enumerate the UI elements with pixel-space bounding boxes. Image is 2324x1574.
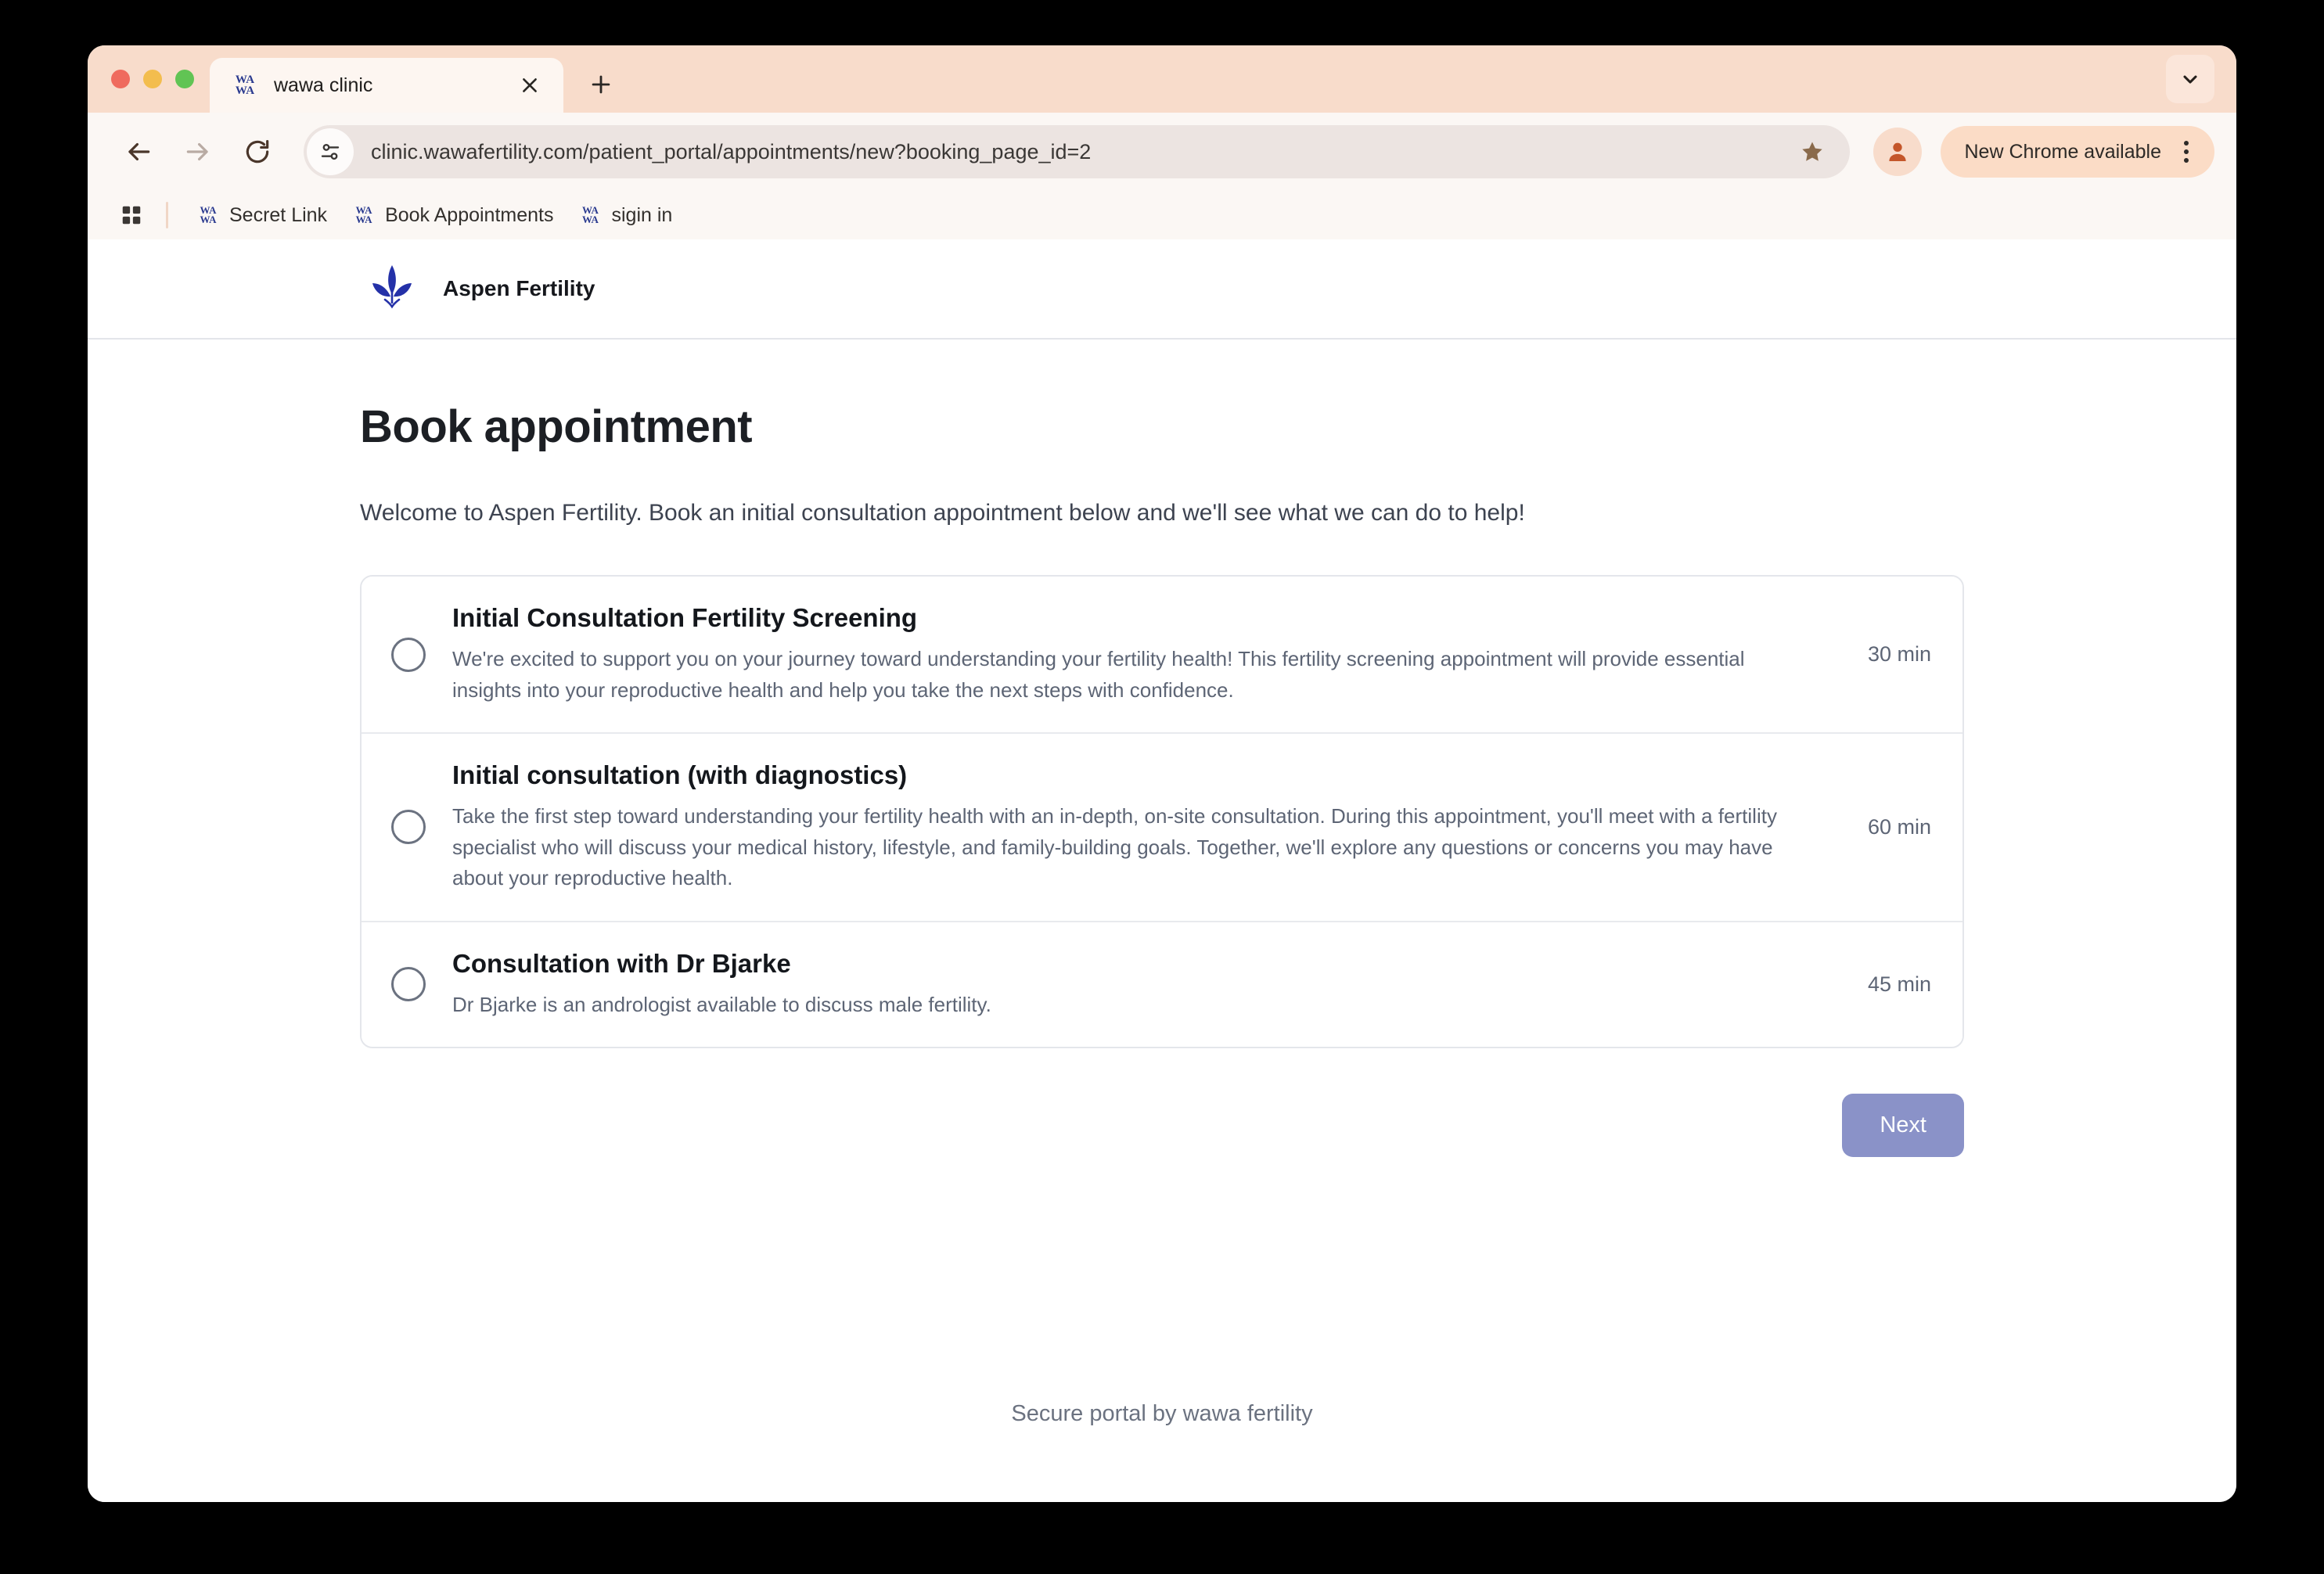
site-settings-icon[interactable] — [307, 128, 354, 175]
browser-tab[interactable]: WA WA wawa clinic — [210, 58, 563, 113]
maximize-window-button[interactable] — [175, 70, 194, 88]
minimize-window-button[interactable] — [143, 70, 162, 88]
page-body: Book appointment Welcome to Aspen Fertil… — [88, 340, 2236, 1502]
radio-button[interactable] — [391, 810, 426, 845]
new-tab-icon[interactable] — [579, 63, 623, 106]
radio-button[interactable] — [391, 967, 426, 1002]
appointment-option-row[interactable]: Initial consultation (with diagnostics) … — [362, 734, 1962, 922]
option-duration: 60 min — [1867, 814, 1931, 839]
option-body: Consultation with Dr Bjarke Dr Bjarke is… — [452, 949, 1811, 1021]
tab-title: wawa clinic — [274, 74, 373, 96]
brand-name: Aspen Fertility — [443, 276, 595, 300]
update-label: New Chrome available — [1964, 140, 2161, 163]
tab-strip: WA WA wawa clinic — [88, 45, 2236, 113]
reload-icon[interactable] — [230, 124, 285, 179]
bookmarks-bar: WA WA Secret Link WA WA Book Appointments … — [88, 191, 2236, 239]
bookmark-secret-link[interactable]: WA WA Secret Link — [184, 199, 340, 232]
appointment-option-row[interactable]: Initial Consultation Fertility Screening… — [362, 577, 1962, 735]
form-actions: Next — [360, 1094, 1964, 1158]
option-title: Initial consultation (with diagnostics) — [452, 760, 908, 790]
browser-window: WA WA wawa clinic clinic.wawafertility.c… — [88, 45, 2236, 1502]
intro-text: Welcome to Aspen Fertility. Book an init… — [360, 500, 1525, 526]
omnibox[interactable]: clinic.wawafertility.com/patient_portal/… — [304, 125, 1851, 178]
wawa-favicon-icon: WA WA — [582, 203, 599, 225]
page-title: Book appointment — [360, 401, 753, 452]
window-traffic-lights — [88, 45, 210, 113]
three-dot-menu-icon[interactable] — [2169, 135, 2203, 169]
option-description: Take the first step toward understanding… — [452, 804, 1777, 890]
bookmark-label: Secret Link — [229, 203, 328, 226]
new-chrome-available-button[interactable]: New Chrome available — [1941, 126, 2214, 178]
bookmark-star-icon[interactable] — [1790, 130, 1834, 174]
tabstrip-right-controls — [2166, 55, 2236, 113]
wawa-favicon-icon: WA WA — [200, 203, 217, 225]
chevron-down-icon[interactable] — [2166, 55, 2214, 103]
wawa-favicon-icon: WA WA — [355, 203, 372, 225]
bookmark-label: Book Appointments — [385, 203, 554, 226]
next-button[interactable]: Next — [1842, 1094, 1964, 1158]
bookmarks-separator — [166, 202, 168, 228]
option-duration: 45 min — [1867, 972, 1931, 996]
option-title: Consultation with Dr Bjarke — [452, 948, 791, 978]
radio-button[interactable] — [391, 637, 426, 672]
site-header: Aspen Fertility — [88, 239, 2236, 340]
option-title: Initial Consultation Fertility Screening — [452, 603, 918, 632]
profile-avatar-icon[interactable] — [1873, 128, 1923, 176]
bookmark-label: sigin in — [611, 203, 673, 226]
page-viewport: Aspen Fertility Book appointment Welcome… — [88, 239, 2236, 1502]
option-body: Initial consultation (with diagnostics) … — [452, 760, 1811, 894]
forward-arrow-icon — [171, 124, 225, 179]
bookmark-book-appointments[interactable]: WA WA Book Appointments — [340, 199, 566, 232]
option-description: Dr Bjarke is an andrologist available to… — [452, 992, 991, 1016]
content-container: Book appointment Welcome to Aspen Fertil… — [360, 340, 1964, 1158]
back-arrow-icon[interactable] — [111, 124, 166, 179]
browser-toolbar: clinic.wawafertility.com/patient_portal/… — [88, 113, 2236, 191]
page-footer: Secure portal by wawa fertility — [1011, 1401, 1313, 1426]
close-window-button[interactable] — [111, 70, 130, 88]
close-icon[interactable] — [515, 70, 545, 100]
apps-grid-icon[interactable] — [111, 195, 152, 235]
option-body: Initial Consultation Fertility Screening… — [452, 603, 1811, 706]
aspen-leaf-logo-icon — [369, 263, 415, 315]
option-duration: 30 min — [1867, 642, 1931, 667]
wawa-favicon-icon: WA WA — [235, 73, 255, 97]
appointment-option-row[interactable]: Consultation with Dr Bjarke Dr Bjarke is… — [362, 922, 1962, 1048]
appointment-options-list: Initial Consultation Fertility Screening… — [360, 575, 1964, 1049]
bookmark-sign-in[interactable]: WA WA sigin in — [566, 199, 685, 232]
url-text[interactable]: clinic.wawafertility.com/patient_portal/… — [371, 140, 1790, 164]
option-description: We're excited to support you on your jou… — [452, 647, 1745, 702]
